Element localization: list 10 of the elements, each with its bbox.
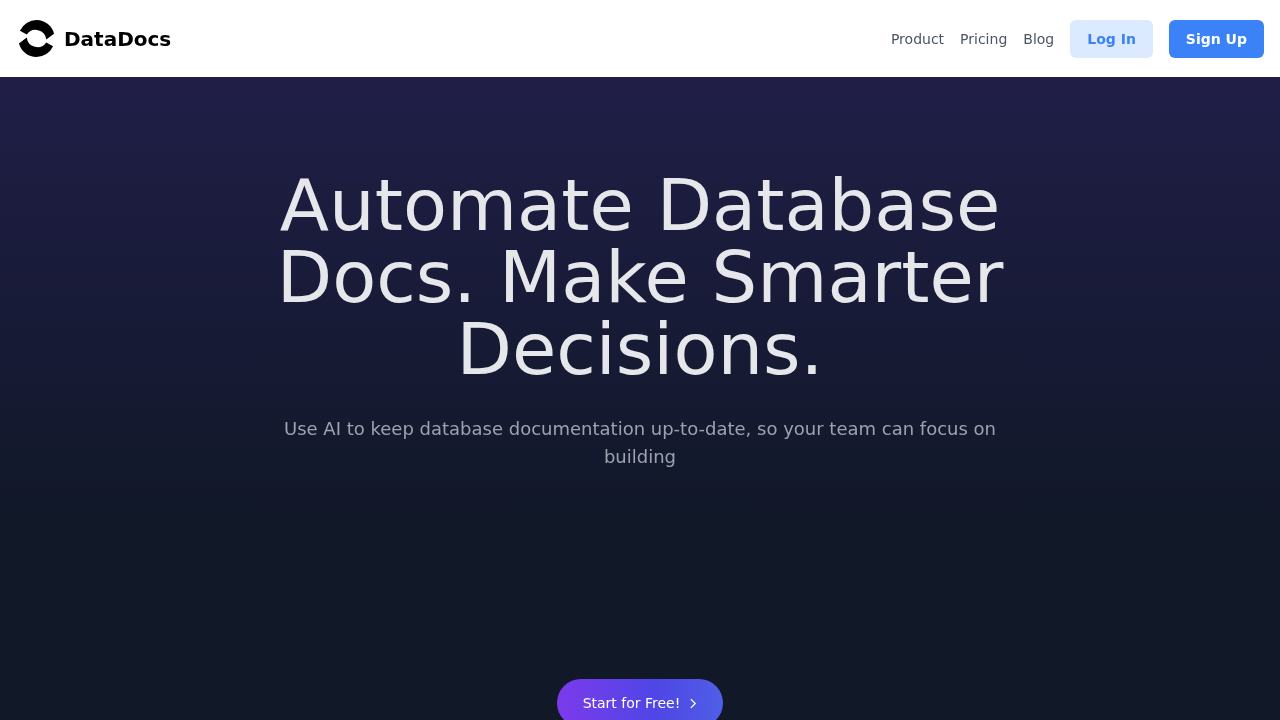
hero-title: Automate Database Docs. Make Smarter Decisions. xyxy=(275,169,1005,385)
cta-button[interactable]: Start for Free! xyxy=(556,679,724,720)
brand-name[interactable]: DataDocs xyxy=(64,26,172,51)
nav-link[interactable]: Product xyxy=(890,30,945,47)
hero-subtitle: Use AI to keep database documentation up-to-date, so your team can focus on building xyxy=(283,417,997,469)
logo-icon xyxy=(17,19,56,58)
signup-button[interactable]: Sign Up xyxy=(1168,19,1264,58)
chevron-icon xyxy=(690,697,698,709)
nav-link[interactable]: Blog xyxy=(1023,30,1055,47)
nav-link[interactable]: Pricing xyxy=(960,30,1008,47)
